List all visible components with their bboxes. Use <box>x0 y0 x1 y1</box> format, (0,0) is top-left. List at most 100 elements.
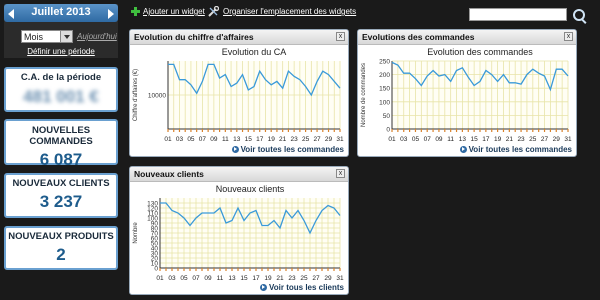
x-tick-label: 11 <box>447 136 454 143</box>
revenue-chart: Evolution du CA1000001 03 05 07 09 11 13 15 17 19… <box>133 47 344 143</box>
x-tick-label: 25 <box>529 136 537 143</box>
x-tick-label: 19 <box>268 136 276 143</box>
x-tick-label: 27 <box>313 136 321 143</box>
x-tick-label: 13 <box>459 136 467 143</box>
search-input[interactable] <box>469 8 567 21</box>
y-tick-label: 50 <box>383 113 391 120</box>
x-tick-label: 05 <box>412 136 420 143</box>
widget-title: Evolution du chiffre d'affaires <box>134 32 254 42</box>
x-tick-label: 21 <box>506 136 514 143</box>
x-tick-label: 29 <box>325 136 333 143</box>
x-tick-label: 23 <box>288 275 296 282</box>
stat-value: 3 237 <box>39 192 83 211</box>
widget-new-clients: Nouveaux clients x Nouveaux clients 0 10 20… <box>129 166 349 295</box>
x-tick-label: 15 <box>245 136 253 143</box>
plus-icon[interactable] <box>131 7 140 16</box>
y-axis-label: Nombre de commandes <box>361 63 367 127</box>
x-tick-label: 07 <box>424 136 432 143</box>
widget-title: Nouveaux clients <box>134 169 204 179</box>
footer-label: Voir toutes les commandes <box>240 145 344 154</box>
x-tick-label: 17 <box>252 275 260 282</box>
x-tick-label: 01 <box>388 136 396 143</box>
period-select-value: Mois <box>24 32 44 42</box>
y-tick-label: 200 <box>379 72 390 79</box>
arrow-right-icon <box>260 284 268 291</box>
chevron-down-icon[interactable] <box>60 31 72 42</box>
month-title: Juillet 2013 <box>31 6 91 18</box>
stat-card-revenue: C.A. de la période 481 001 € <box>4 67 118 112</box>
today-link[interactable]: Aujourd'hui <box>77 32 117 41</box>
close-icon[interactable]: x <box>336 32 345 41</box>
chart-title: Nouveaux clients <box>216 184 285 194</box>
footer-label: Voir toutes les commandes <box>468 145 572 154</box>
view-all-clients-link[interactable]: Voir tous les clients <box>260 283 344 292</box>
view-all-orders-link[interactable]: Voir toutes les commandes <box>231 145 344 154</box>
x-tick-label: 13 <box>228 275 236 282</box>
x-tick-label: 03 <box>168 275 176 282</box>
add-widget-link[interactable]: Ajouter un widget <box>143 7 205 16</box>
x-tick-label: 03 <box>176 136 184 143</box>
y-tick-label: 100 <box>379 99 390 106</box>
x-tick-label: 13 <box>233 136 241 143</box>
widget-orders: Evolutions des commandes x Evolution des… <box>357 29 577 157</box>
period-select[interactable]: Mois <box>21 30 73 43</box>
y-tick-label: 10000 <box>148 93 166 100</box>
x-tick-label: 23 <box>291 136 299 143</box>
tools-icon[interactable] <box>208 6 219 17</box>
view-all-orders-link[interactable]: Voir toutes les commandes <box>459 145 572 154</box>
y-tick-label: 130 <box>147 201 158 208</box>
x-tick-label: 11 <box>222 136 229 143</box>
close-icon[interactable]: x <box>336 169 345 178</box>
close-icon[interactable]: x <box>564 32 573 41</box>
x-tick-label: 21 <box>279 136 287 143</box>
x-tick-label: 09 <box>204 275 212 282</box>
calendar-panel: Juillet 2013 Mois Aujourd'hui Définir un… <box>4 4 118 58</box>
stat-value: 481 001 € <box>23 87 99 106</box>
stat-label: NOUVEAUX PRODUITS <box>8 231 114 242</box>
x-tick-label: 29 <box>553 136 561 143</box>
stat-label: NOUVELLES COMMANDES <box>29 125 93 147</box>
x-tick-label: 25 <box>300 275 308 282</box>
next-month-icon[interactable] <box>108 9 114 19</box>
footer-label: Voir tous les clients <box>269 283 344 292</box>
x-tick-label: 15 <box>240 275 248 282</box>
x-tick-label: 19 <box>494 136 502 143</box>
y-tick-label: 150 <box>379 86 390 93</box>
x-tick-label: 07 <box>199 136 207 143</box>
stat-label: NOUVEAUX CLIENTS <box>12 178 110 189</box>
y-axis-label: Chiffre d'affaires (€) <box>133 69 139 121</box>
search-icon[interactable] <box>573 9 585 21</box>
x-tick-label: 05 <box>180 275 188 282</box>
x-tick-label: 31 <box>336 136 344 143</box>
orders-chart: Evolution des commandes05010015020025001… <box>361 47 572 143</box>
x-tick-label: 07 <box>192 275 200 282</box>
chart-title: Evolution du CA <box>222 47 287 57</box>
x-tick-label: 31 <box>336 275 344 282</box>
stat-card-new-clients: NOUVEAUX CLIENTS 3 237 <box>4 173 118 218</box>
x-tick-label: 15 <box>471 136 479 143</box>
stat-label: C.A. de la période <box>20 72 102 83</box>
define-period-link[interactable]: Définir une période <box>4 47 118 56</box>
widget-revenue: Evolution du chiffre d'affaires x Evolut… <box>129 29 349 157</box>
x-tick-label: 05 <box>187 136 195 143</box>
y-axis-label: Nombre <box>133 222 139 244</box>
widget-header[interactable]: Evolutions des commandes x <box>358 30 576 45</box>
x-tick-label: 01 <box>156 275 164 282</box>
x-tick-label: 01 <box>164 136 172 143</box>
x-tick-label: 03 <box>400 136 408 143</box>
widget-header[interactable]: Nouveaux clients x <box>130 167 348 182</box>
stat-card-new-products: NOUVEAUX PRODUITS 2 <box>4 226 118 270</box>
widget-header[interactable]: Evolution du chiffre d'affaires x <box>130 30 348 45</box>
widget-title: Evolutions des commandes <box>362 32 475 42</box>
x-tick-label: 29 <box>324 275 332 282</box>
stat-value: 6 087 <box>39 150 83 169</box>
x-tick-label: 19 <box>264 275 272 282</box>
x-tick-label: 25 <box>302 136 310 143</box>
arrow-right-icon <box>231 146 239 153</box>
x-tick-label: 11 <box>217 275 224 282</box>
organize-widgets-link[interactable]: Organiser l'emplacement des widgets <box>223 7 356 16</box>
chart-title: Evolution des commandes <box>427 47 533 57</box>
y-tick-label: 0 <box>386 127 390 134</box>
x-tick-label: 09 <box>435 136 443 143</box>
y-tick-label: 250 <box>379 59 390 66</box>
